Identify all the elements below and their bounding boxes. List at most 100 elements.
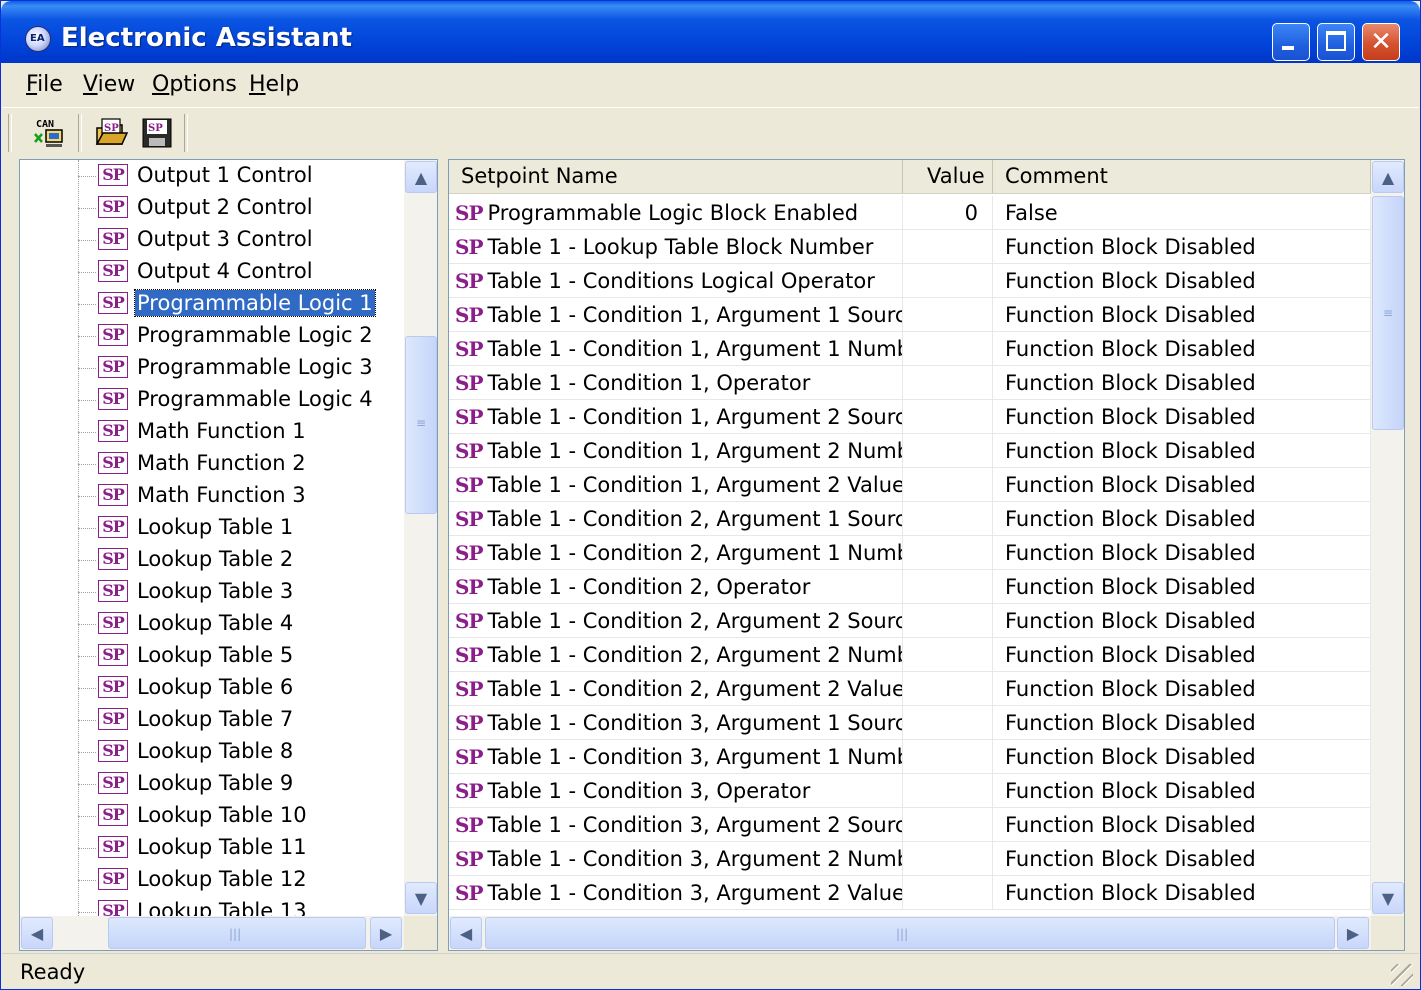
close-button[interactable]: ✕ [1362,23,1400,61]
tree-item[interactable]: SP Lookup Table 4 [20,608,420,640]
value-cell[interactable] [903,672,993,706]
tree-item[interactable]: SP Output 3 Control [20,224,420,256]
table-row[interactable]: SP Table 1 - Condition 3, Argument 2 Numb… [449,842,1371,876]
column-header-setpoint-name[interactable]: Setpoint Name [449,160,903,193]
tree-item[interactable]: SP Math Function 1 [20,416,420,448]
menu-help[interactable]: Help [249,72,299,97]
tree-connector [78,624,96,625]
tree-item[interactable]: SP Lookup Table 8 [20,736,420,768]
value-cell[interactable]: 0 [903,196,993,230]
tree-item[interactable]: SP Lookup Table 10 [20,800,420,832]
value-cell[interactable] [903,808,993,842]
maximize-button[interactable] [1317,23,1355,61]
scroll-left-icon[interactable]: ◀ [21,917,53,949]
scroll-left-icon[interactable]: ◀ [450,917,482,949]
scroll-right-icon[interactable]: ▶ [1337,917,1369,949]
minimize-button[interactable] [1272,23,1310,61]
value-cell[interactable] [903,298,993,332]
column-header-value[interactable]: Value [903,160,993,193]
menu-view[interactable]: View [83,72,135,97]
value-cell[interactable] [903,740,993,774]
table-row[interactable]: SP Table 1 - Condition 3, Argument 2 Valu… [449,876,1371,910]
tree-item[interactable]: SP Lookup Table 12 [20,864,420,896]
tree-item[interactable]: SP Programmable Logic 1 [20,288,420,320]
save-setpoint-file-button[interactable]: SP [140,116,174,150]
value-cell[interactable] [903,502,993,536]
menu-file[interactable]: File [26,72,63,97]
table-row[interactable]: SP Table 1 - Condition 3, Argument 1 Numb… [449,740,1371,774]
value-cell[interactable] [903,400,993,434]
tree-vertical-scrollbar[interactable]: ▲ ≡ ▼ [404,160,437,916]
title-bar[interactable]: EA Electronic Assistant ✕ [1,1,1420,63]
resize-grip-icon[interactable] [1391,964,1413,986]
table-row[interactable]: SP Table 1 - Condition 2, Operator Functio… [449,570,1371,604]
tree-item[interactable]: SP Math Function 3 [20,480,420,512]
table-row[interactable]: SP Table 1 - Condition 2, Argument 2 Numb… [449,638,1371,672]
tree-item[interactable]: SP Lookup Table 9 [20,768,420,800]
value-cell[interactable] [903,264,993,298]
value-cell[interactable] [903,332,993,366]
tree-item[interactable]: SP Math Function 2 [20,448,420,480]
value-cell[interactable] [903,604,993,638]
value-cell[interactable] [903,638,993,672]
tree-item[interactable]: SP Programmable Logic 4 [20,384,420,416]
table-row[interactable]: SP Table 1 - Condition 2, Argument 2 Sour… [449,604,1371,638]
menu-options[interactable]: Options [152,72,237,97]
table-row[interactable]: SP Table 1 - Condition 1, Argument 2 Valu… [449,468,1371,502]
table-row[interactable]: SP Table 1 - Condition 1, Argument 1 Sour… [449,298,1371,332]
table-row[interactable]: SP Table 1 - Conditions Logical Operator F… [449,264,1371,298]
value-cell[interactable] [903,842,993,876]
table-row[interactable]: SP Table 1 - Condition 1, Argument 2 Sour… [449,400,1371,434]
tree-item[interactable]: SP Output 2 Control [20,192,420,224]
table-row[interactable]: SP Table 1 - Condition 1, Operator Functio… [449,366,1371,400]
table-row[interactable]: SP Table 1 - Condition 3, Operator Functio… [449,774,1371,808]
table-row[interactable]: SP Table 1 - Condition 2, Argument 1 Numb… [449,536,1371,570]
grid-hscroll-thumb[interactable]: ||| [485,917,1335,949]
setpoint-tree[interactable]: SP Lookup Table 13 SP Lookup Table 12 SP Look… [19,159,438,951]
tree-item[interactable]: SP Lookup Table 11 [20,832,420,864]
value-cell[interactable] [903,230,993,264]
scroll-down-icon[interactable]: ▼ [405,882,437,914]
value-cell[interactable] [903,570,993,604]
value-cell[interactable] [903,366,993,400]
tree-hscroll-thumb[interactable]: ||| [108,917,366,949]
value-cell[interactable] [903,434,993,468]
value-cell[interactable] [903,536,993,570]
table-row[interactable]: SP Table 1 - Condition 1, Argument 1 Numb… [449,332,1371,366]
tree-horizontal-scrollbar[interactable]: ◀ ||| ▶ [20,916,404,950]
tree-item[interactable]: SP Lookup Table 6 [20,672,420,704]
tree-vscroll-thumb[interactable]: ≡ [405,336,437,514]
tree-item[interactable]: SP Lookup Table 2 [20,544,420,576]
grid-horizontal-scrollbar[interactable]: ◀ ||| ▶ [449,916,1371,950]
open-setpoint-file-button[interactable]: SP [94,116,129,150]
value-cell[interactable] [903,774,993,808]
column-header-comment[interactable]: Comment [993,160,1371,193]
tree-item[interactable]: SP Lookup Table 3 [20,576,420,608]
table-row[interactable]: SP Table 1 - Condition 3, Argument 1 Sour… [449,706,1371,740]
scroll-up-icon[interactable]: ▲ [405,161,437,193]
grid-vscroll-thumb[interactable]: ≡ [1372,196,1404,430]
value-cell[interactable] [903,876,993,910]
tree-item[interactable]: SP Lookup Table 1 [20,512,420,544]
tree-item[interactable]: SP Lookup Table 5 [20,640,420,672]
value-cell[interactable] [903,706,993,740]
scroll-right-icon[interactable]: ▶ [370,917,402,949]
can-connect-button[interactable]: CAN [32,116,66,150]
value-cell[interactable] [903,468,993,502]
table-row[interactable]: SP Table 1 - Condition 3, Argument 2 Sour… [449,808,1371,842]
tree-item[interactable]: SP Lookup Table 7 [20,704,420,736]
table-row[interactable]: SP Table 1 - Lookup Table Block Number Fun… [449,230,1371,264]
tree-item[interactable]: SP Programmable Logic 2 [20,320,420,352]
scroll-up-icon[interactable]: ▲ [1372,161,1404,193]
table-row[interactable]: SP Table 1 - Condition 2, Argument 1 Sour… [449,502,1371,536]
table-row[interactable]: SP Table 1 - Condition 1, Argument 2 Numb… [449,434,1371,468]
table-row[interactable]: SP Programmable Logic Block Enabled 0 False [449,196,1371,230]
grid-vertical-scrollbar[interactable]: ▲ ≡ ▼ [1371,160,1404,916]
setpoint-grid[interactable]: Setpoint Name Value Comment ▲ ≡ ▼ ◀ ||| … [448,159,1405,951]
tree-item[interactable]: SP Output 4 Control [20,256,420,288]
tree-item[interactable]: SP Programmable Logic 3 [20,352,420,384]
scroll-down-icon[interactable]: ▼ [1372,882,1404,914]
ea-app-icon[interactable]: EA [25,26,51,52]
tree-item[interactable]: SP Output 1 Control [20,160,420,192]
table-row[interactable]: SP Table 1 - Condition 2, Argument 2 Valu… [449,672,1371,706]
